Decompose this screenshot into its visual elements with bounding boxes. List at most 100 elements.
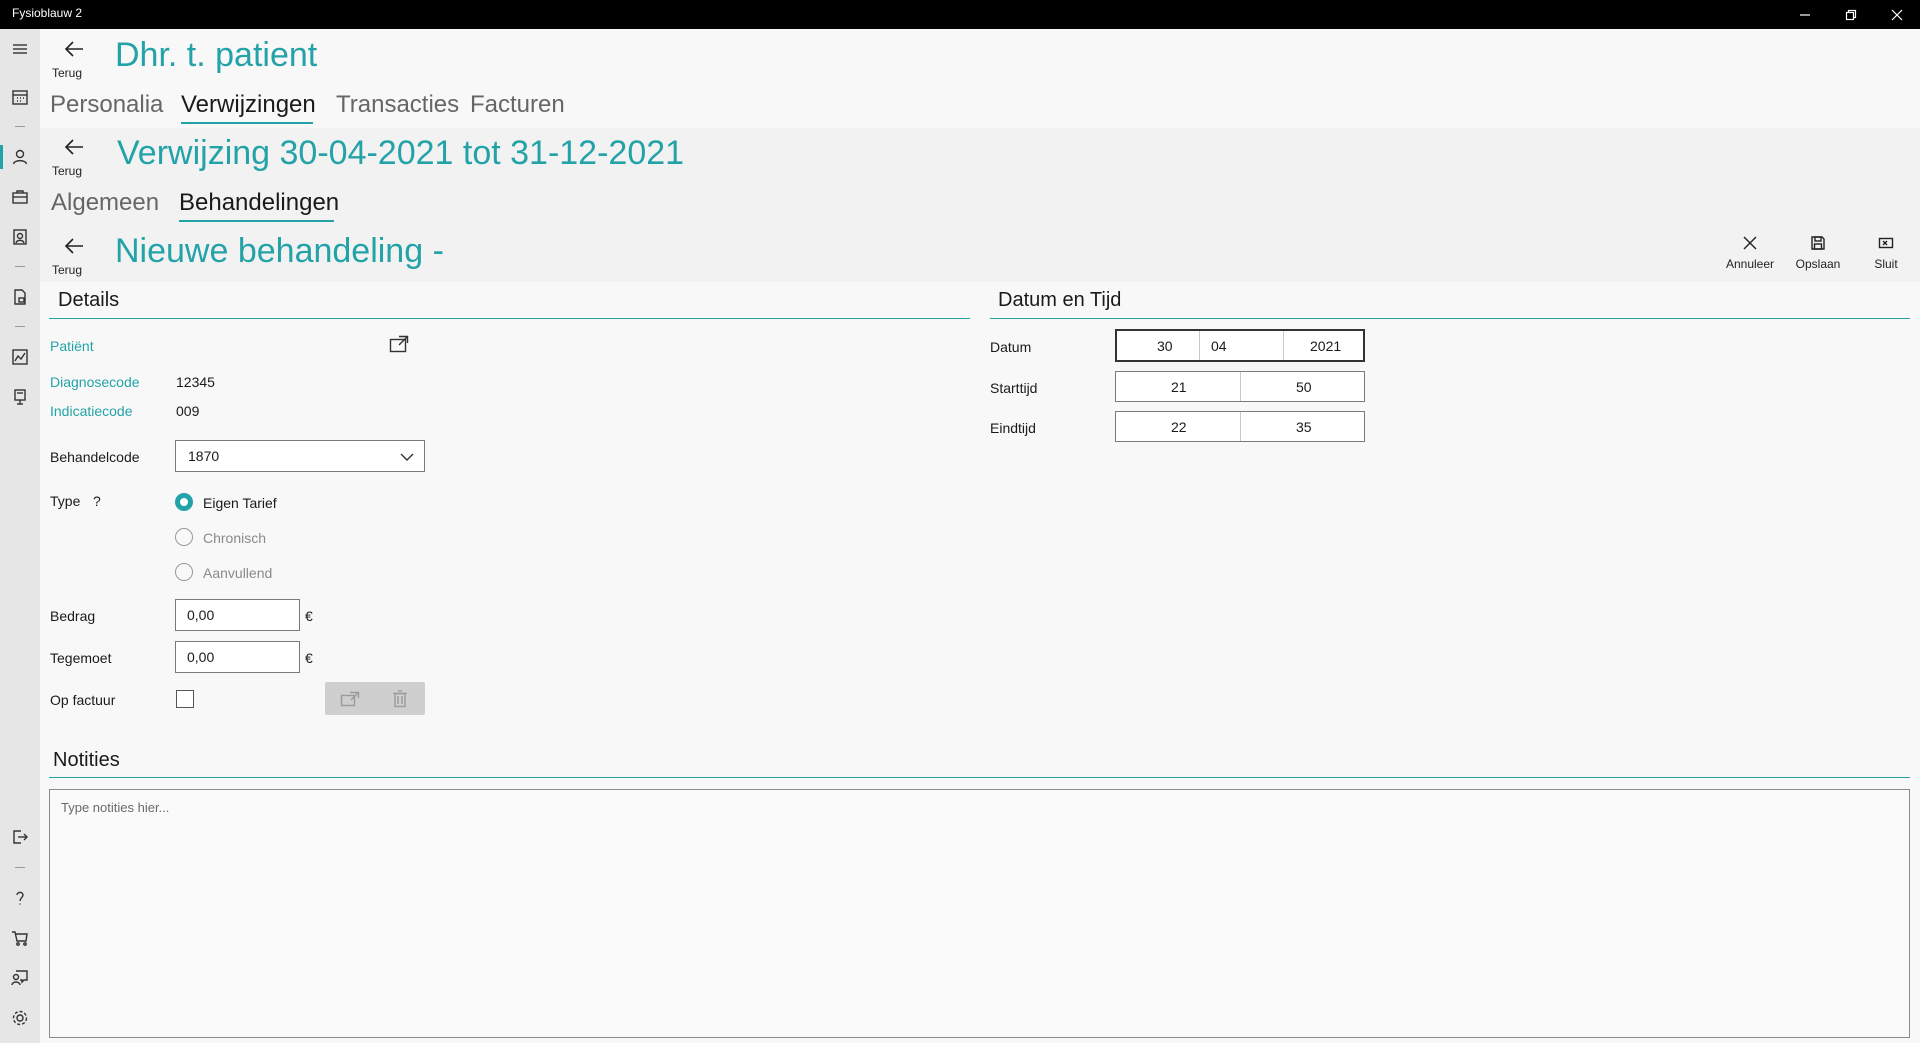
- tab-behandelingen-underline: [179, 220, 334, 222]
- end-hour[interactable]: 22: [1171, 419, 1187, 435]
- details-heading: Details: [58, 289, 120, 311]
- chart-icon[interactable]: [8, 345, 32, 369]
- end-time-picker[interactable]: 22 35: [1115, 411, 1365, 442]
- help-icon[interactable]: [8, 886, 32, 910]
- settings-icon[interactable]: [8, 1006, 32, 1030]
- back-button[interactable]: Terug: [52, 38, 96, 82]
- window-title: Fysioblauw 2: [12, 6, 83, 20]
- date-day[interactable]: 30: [1157, 338, 1173, 354]
- radio-chronisch[interactable]: [175, 528, 193, 546]
- menu-icon[interactable]: [8, 37, 32, 61]
- restore-button[interactable]: [1828, 0, 1874, 29]
- back-arrow-icon: [64, 238, 83, 254]
- date-label: Datum: [990, 339, 1032, 355]
- end-minute[interactable]: 35: [1296, 419, 1312, 435]
- patient-title: Dhr. t. patient: [115, 36, 318, 74]
- sidebar-divider: [15, 126, 25, 127]
- save-button[interactable]: Opslaan: [1788, 235, 1848, 271]
- back-arrow-icon: [64, 139, 83, 155]
- back-arrow-icon: [64, 41, 83, 57]
- amount-label: Bedrag: [50, 608, 96, 624]
- close-label: Sluit: [1874, 257, 1898, 271]
- sidebar: [0, 29, 40, 1043]
- back-label: Terug: [52, 66, 83, 80]
- sign-out-icon[interactable]: [8, 825, 32, 849]
- patient-link[interactable]: Patiënt: [50, 338, 94, 354]
- radio-eigen-tarief[interactable]: [175, 493, 193, 511]
- sidebar-divider: [15, 867, 25, 868]
- date-divider: [1199, 331, 1200, 360]
- person-icon[interactable]: [8, 145, 32, 169]
- treatment-title: Nieuwe behandeling -: [115, 232, 444, 270]
- save-label: Opslaan: [1795, 257, 1841, 271]
- briefcase-icon[interactable]: [8, 185, 32, 209]
- contribution-currency: €: [305, 650, 313, 666]
- type-label: Type: [50, 493, 81, 509]
- start-minute[interactable]: 50: [1296, 379, 1312, 395]
- treatment-code-selected: 1870: [188, 448, 220, 464]
- start-hour[interactable]: 21: [1171, 379, 1187, 395]
- cart-icon[interactable]: [8, 926, 32, 950]
- contact-card-icon[interactable]: [8, 225, 32, 249]
- support-chat-icon[interactable]: [8, 966, 32, 990]
- tab-facturen[interactable]: Facturen: [470, 91, 565, 119]
- notes-box: [49, 789, 1910, 1038]
- delete-invoice-button[interactable]: [375, 682, 425, 715]
- diagnosis-code-label: Diagnosecode: [50, 374, 140, 390]
- amount-currency: €: [305, 608, 313, 624]
- time-divider: [1240, 372, 1241, 401]
- tab-algemeen[interactable]: Algemeen: [51, 189, 159, 217]
- cancel-label: Annuleer: [1725, 257, 1775, 271]
- save-icon: [1811, 236, 1825, 250]
- amount-input[interactable]: 0,00: [175, 599, 300, 631]
- notes-textarea[interactable]: [50, 790, 1909, 1037]
- close-icon: [1891, 9, 1903, 20]
- contribution-label: Tegemoet: [50, 650, 112, 666]
- restore-icon: [1845, 9, 1857, 20]
- date-month[interactable]: 04: [1211, 338, 1227, 354]
- contribution-value: 0,00: [187, 649, 215, 665]
- sidebar-divider: [15, 266, 25, 267]
- contribution-input[interactable]: 0,00: [175, 641, 300, 673]
- tab-behandelingen[interactable]: Behandelingen: [179, 189, 339, 217]
- calendar-icon[interactable]: [8, 85, 32, 109]
- on-invoice-label: Op factuur: [50, 692, 116, 708]
- date-year[interactable]: 2021: [1310, 338, 1341, 354]
- notes-heading: Notities: [53, 749, 120, 771]
- date-picker[interactable]: 30 04 2021: [1115, 329, 1365, 362]
- cancel-button[interactable]: Annuleer: [1720, 235, 1780, 271]
- back-label: Terug: [52, 263, 83, 277]
- diagnosis-code-value: 12345: [176, 374, 215, 390]
- time-divider: [1240, 412, 1241, 441]
- start-time-label: Starttijd: [990, 380, 1038, 396]
- minimize-icon: [1800, 13, 1810, 16]
- back-button[interactable]: Terug: [52, 136, 96, 180]
- open-external-button[interactable]: [389, 335, 409, 358]
- start-time-picker[interactable]: 21 50: [1115, 371, 1365, 402]
- radio-aanvullend-label: Aanvullend: [203, 565, 273, 581]
- radio-chronisch-label: Chronisch: [203, 530, 267, 546]
- datetime-heading: Datum en Tijd: [998, 289, 1122, 311]
- open-external-icon: [389, 335, 409, 353]
- treatment-code-select[interactable]: 1870: [175, 440, 425, 472]
- tab-verwijzingen[interactable]: Verwijzingen: [181, 91, 316, 119]
- tab-verwijzingen-underline: [181, 122, 313, 124]
- close-window-button[interactable]: [1874, 0, 1920, 29]
- on-invoice-checkbox[interactable]: [176, 690, 194, 708]
- type-help-icon[interactable]: ?: [93, 493, 101, 509]
- minimize-button[interactable]: [1782, 0, 1828, 29]
- sidebar-active-indicator: [0, 145, 3, 169]
- close-button[interactable]: Sluit: [1856, 235, 1916, 271]
- tab-personalia[interactable]: Personalia: [50, 91, 163, 119]
- radio-aanvullend[interactable]: [175, 563, 193, 581]
- back-button[interactable]: Terug: [52, 235, 96, 279]
- cancel-icon: [1743, 236, 1757, 250]
- payment-terminal-icon[interactable]: [8, 385, 32, 409]
- datetime-divider: [990, 318, 1910, 319]
- document-lock-icon[interactable]: [8, 285, 32, 309]
- tab-transacties[interactable]: Transacties: [336, 91, 459, 119]
- open-invoice-button[interactable]: [325, 682, 375, 715]
- indication-code-value: 009: [176, 403, 200, 419]
- end-time-label: Eindtijd: [990, 420, 1036, 436]
- chevron-down-icon: [400, 453, 414, 461]
